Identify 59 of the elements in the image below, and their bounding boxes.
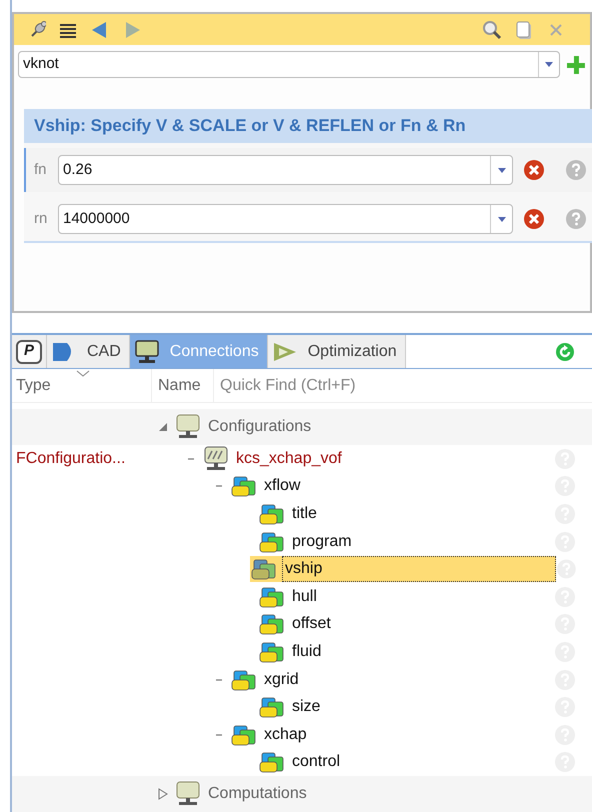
blocks-icon bbox=[231, 668, 257, 691]
column-header[interactable]: Type bbox=[12, 369, 152, 402]
tree-item[interactable]: fluid bbox=[258, 640, 322, 664]
monitor-icon bbox=[175, 414, 201, 440]
sort-icon bbox=[76, 370, 90, 378]
blocks-icon bbox=[251, 558, 277, 580]
tree-item[interactable]: size bbox=[258, 695, 320, 720]
dropdown-arrow-icon bbox=[498, 168, 506, 172]
group-row[interactable]: Configurations bbox=[174, 414, 312, 440]
blocks-icon bbox=[259, 502, 285, 525]
blocks-icon bbox=[259, 640, 285, 663]
tree-item[interactable]: xchap bbox=[230, 722, 307, 747]
play-icon bbox=[272, 340, 298, 362]
parameter-label: rn bbox=[34, 208, 48, 229]
type-cell: FConfiguratio... bbox=[16, 450, 126, 467]
blocks-icon bbox=[259, 613, 285, 636]
value-field[interactable]: 14000000 bbox=[58, 204, 513, 234]
tree-item[interactable]: hull bbox=[258, 584, 317, 609]
copy-icon[interactable] bbox=[514, 20, 534, 40]
value-field[interactable]: 0.26 bbox=[58, 155, 513, 185]
object-dropdown[interactable]: vknot bbox=[18, 51, 560, 78]
tab[interactable]: Optimization bbox=[268, 335, 406, 368]
p-tab[interactable]: P bbox=[12, 335, 47, 368]
help-icon[interactable] bbox=[565, 208, 587, 230]
column-header[interactable]: Name bbox=[152, 369, 214, 402]
blocks-icon bbox=[259, 586, 285, 608]
section-header: Vship: Specify V & SCALE or V & REFLEN or Fn & Rn bbox=[24, 109, 592, 143]
monitor-icon bbox=[203, 446, 229, 472]
blocks-icon bbox=[259, 696, 285, 718]
help-icon[interactable] bbox=[556, 558, 577, 580]
help-icon[interactable] bbox=[565, 159, 587, 181]
tab[interactable]: CAD bbox=[47, 335, 130, 368]
tree-item[interactable]: offset bbox=[258, 612, 331, 636]
group-row[interactable]: Computations bbox=[174, 781, 307, 808]
monitor-icon bbox=[175, 781, 201, 808]
tree-item[interactable]: title bbox=[258, 502, 317, 526]
parameter-row[interactable]: fn 0.26 bbox=[24, 148, 592, 192]
tree-item[interactable]: vship bbox=[250, 556, 556, 582]
blocks-icon bbox=[231, 724, 257, 746]
remove-icon[interactable] bbox=[523, 159, 545, 181]
blocks-icon bbox=[259, 530, 285, 553]
remove-icon[interactable] bbox=[523, 208, 545, 230]
collapsed-triangle-icon[interactable] bbox=[158, 788, 168, 800]
tree-item[interactable]: kcs_xchap_vof bbox=[202, 446, 342, 472]
dropdown-arrow-icon bbox=[545, 62, 554, 67]
tree-item[interactable]: xgrid bbox=[230, 668, 299, 692]
expanded-triangle-icon[interactable] bbox=[158, 422, 168, 432]
tree-item[interactable]: xflow bbox=[230, 474, 300, 498]
tree-item[interactable]: control bbox=[258, 750, 340, 774]
search-icon[interactable] bbox=[482, 20, 502, 40]
quick-find-field[interactable]: Quick Find (Ctrl+F) bbox=[214, 369, 592, 402]
refresh-icon[interactable] bbox=[555, 342, 575, 362]
dropdown-arrow-icon bbox=[498, 216, 506, 222]
blocks-icon bbox=[259, 751, 285, 774]
monitor-icon bbox=[134, 340, 160, 364]
tree-item[interactable]: program bbox=[258, 530, 352, 554]
blocks-icon bbox=[231, 475, 257, 498]
add-icon[interactable] bbox=[566, 54, 586, 74]
parameter-label: fn bbox=[34, 160, 48, 180]
